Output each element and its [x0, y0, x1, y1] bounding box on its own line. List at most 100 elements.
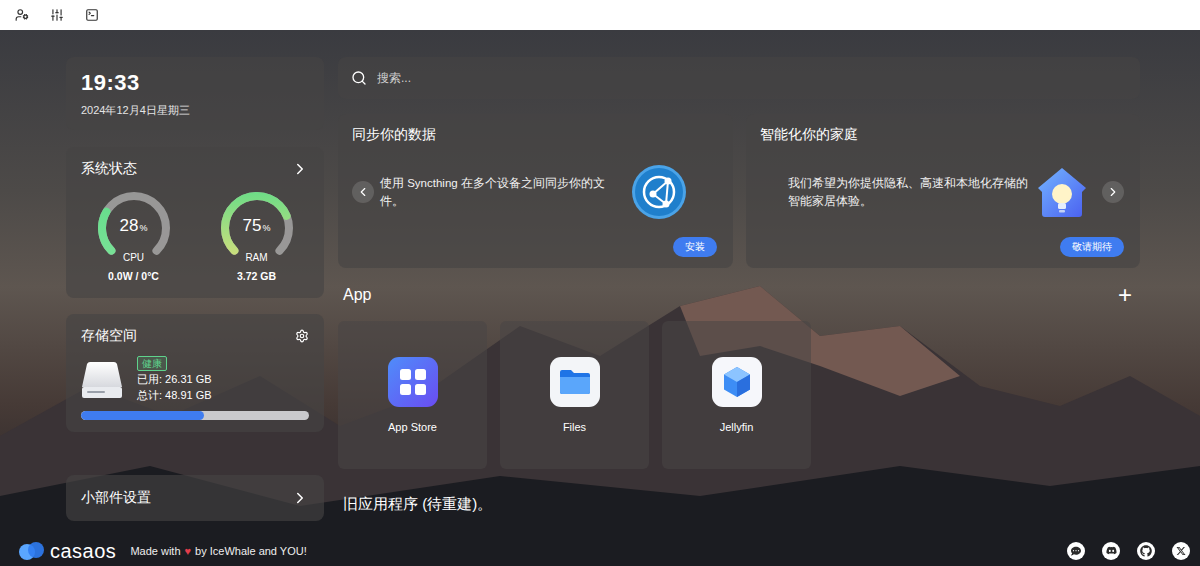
app-tile[interactable]: Files [500, 321, 649, 469]
footer-left: casaos Made with♥by IceWhale and YOU! [18, 540, 307, 562]
chevron-right-icon [291, 489, 309, 507]
syncthing-icon [631, 164, 687, 220]
add-app-button[interactable]: + [1118, 283, 1132, 307]
chevron-right-icon [1106, 185, 1120, 199]
clock-time: 19:33 [81, 69, 309, 97]
main-column: 同步你的数据使用 Syncthing 在多个设备之间同步你的文件。安装智能化你的… [338, 57, 1140, 539]
promo-art [1034, 164, 1090, 220]
promo-text: 我们希望为你提供隐私、高速和本地化存储的智能家居体验。 [788, 174, 1029, 210]
next-button[interactable] [1102, 181, 1124, 203]
dashboard-content: 19:33 2024年12月4日星期三系统状态 28% CPU 0.0W / 0°C 75… [0, 30, 1200, 539]
health-badge: 健康 [137, 356, 167, 371]
discord-icon [1106, 545, 1117, 556]
promo-title: 智能化你的家庭 [760, 126, 1125, 144]
app-tile[interactable]: Jellyfin [662, 321, 811, 469]
open-status-button[interactable] [291, 160, 309, 178]
widget-header: 存储空间 [81, 326, 309, 346]
promo-title: 同步你的数据 [352, 126, 717, 144]
app-name: Jellyfin [720, 421, 754, 433]
promo-footer: 敬请期待 [760, 237, 1125, 257]
discord-link[interactable] [1102, 542, 1120, 560]
social-links [1067, 542, 1190, 560]
widget-column: 19:33 2024年12月4日星期三系统状态 28% CPU 0.0W / 0°C 75… [66, 57, 324, 539]
sliders-icon [50, 8, 64, 22]
hard-drive-icon [81, 361, 123, 399]
app-grid: App Store Files Jellyfin [338, 321, 1140, 469]
search-bar[interactable] [338, 57, 1140, 99]
search-icon [351, 70, 367, 86]
gauge-value: 28% [96, 216, 172, 236]
gauge-reading: 3.72 GB [237, 270, 276, 282]
chevron-right-icon [291, 160, 309, 178]
user-settings-icon [15, 8, 29, 22]
storage-settings-button[interactable] [295, 329, 309, 343]
feedback-link[interactable] [1067, 542, 1085, 560]
message-icon [1071, 546, 1081, 556]
promo-button[interactable]: 敬请期待 [1060, 237, 1124, 257]
previous-button[interactable] [352, 181, 374, 203]
account-button[interactable] [15, 8, 29, 22]
promo-text: 使用 Syncthing 在多个设备之间同步你的文件。 [380, 174, 625, 210]
gauge-ring: 75%RAM [219, 190, 295, 266]
app-section-title: App [343, 286, 371, 304]
storage-bar [81, 411, 309, 420]
promo-row: 同步你的数据使用 Syncthing 在多个设备之间同步你的文件。安装智能化你的… [338, 114, 1140, 268]
x-link[interactable] [1172, 542, 1190, 560]
smart-home-icon [1034, 164, 1090, 220]
chevron-left-icon [356, 185, 370, 199]
used-space: 已用: 26.31 GB [137, 372, 212, 387]
terminal-button[interactable] [85, 8, 99, 22]
app-icon-box [712, 357, 762, 407]
clock-widget: 19:33 2024年12月4日星期三 [66, 57, 324, 130]
app-name: Files [563, 421, 586, 433]
footer: casaos Made with♥by IceWhale and YOU! [0, 539, 1200, 566]
cpu-gauge: 28% CPU 0.0W / 0°C [96, 190, 172, 282]
disk-row: 健康已用: 26.31 GB总计: 48.91 GB [81, 356, 309, 403]
app-tile[interactable]: App Store [338, 321, 487, 469]
app-icon-box [550, 357, 600, 407]
gear-icon [295, 329, 309, 343]
heart: ♥ [185, 545, 192, 557]
github-icon [1140, 545, 1152, 557]
disk-info: 健康已用: 26.31 GB总计: 48.91 GB [137, 356, 212, 403]
promo-art [631, 164, 687, 220]
casaos-logo[interactable]: casaos [18, 540, 116, 562]
widget-title: 系统状态 [81, 160, 137, 178]
gauge-row: 28% CPU 0.0W / 0°C 75%RAM 3.72 GB [81, 190, 309, 282]
casaos-logo-icon [18, 541, 48, 561]
promo-card: 同步你的数据使用 Syncthing 在多个设备之间同步你的文件。安装 [338, 114, 733, 268]
widget-header: 系统状态 [81, 159, 309, 179]
storage-bar-fill [81, 411, 204, 420]
system-status-widget: 系统状态 28% CPU 0.0W / 0°C 75%RAM 3.72 GB [66, 147, 324, 298]
gauge-label: CPU [96, 252, 172, 263]
gauge-ring: 28% CPU [96, 190, 172, 266]
clock-date: 2024年12月4日星期三 [81, 103, 309, 118]
cube-icon [712, 357, 762, 407]
gauge-label: RAM [219, 252, 295, 263]
legacy-apps-label: 旧应用程序 (待重建)。 [343, 495, 1140, 514]
x-icon [1176, 546, 1186, 556]
widget-settings-button[interactable]: 小部件设置 [66, 475, 324, 521]
promo-footer: 安装 [352, 237, 717, 257]
ram-gauge: 75%RAM 3.72 GB [219, 190, 295, 282]
app-store-icon [388, 357, 438, 407]
casaos-dashboard: 19:33 2024年12月4日星期三系统状态 28% CPU 0.0W / 0°C 75… [0, 0, 1200, 566]
promo-card: 智能化你的家庭我们希望为你提供隐私、高速和本地化存储的智能家居体验。敬请期待 [746, 114, 1141, 268]
app-name: App Store [388, 421, 437, 433]
desktop: 19:33 2024年12月4日星期三系统状态 28% CPU 0.0W / 0°C 75… [0, 30, 1200, 566]
promo-button[interactable]: 安装 [673, 237, 717, 257]
promo-body: 我们希望为你提供隐私、高速和本地化存储的智能家居体验。 [760, 146, 1125, 237]
github-link[interactable] [1137, 542, 1155, 560]
gauge-reading: 0.0W / 0°C [108, 270, 159, 282]
widget-settings-label: 小部件设置 [81, 489, 151, 507]
total-space: 总计: 48.91 GB [137, 388, 212, 403]
settings-button[interactable] [50, 8, 64, 22]
credit-text: Made with♥by IceWhale and YOU! [130, 545, 306, 557]
top-toolbar [0, 0, 1200, 30]
terminal-icon [85, 8, 99, 22]
search-input[interactable] [375, 70, 1126, 86]
logo-text: casaos [50, 540, 116, 562]
widget-title: 存储空间 [81, 327, 137, 345]
promo-body: 使用 Syncthing 在多个设备之间同步你的文件。 [352, 146, 717, 237]
app-icon-box [388, 357, 438, 407]
